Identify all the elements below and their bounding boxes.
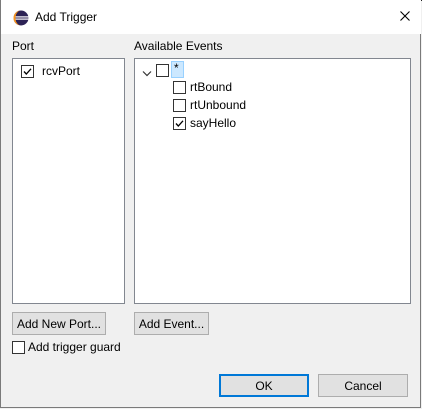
port-label: Port [12, 39, 35, 53]
checkbox-checked-icon[interactable] [173, 117, 186, 130]
checkbox-empty-icon[interactable] [156, 64, 169, 77]
checkbox-empty-icon[interactable] [12, 341, 25, 354]
checkbox-checked-icon[interactable] [21, 65, 34, 78]
add-trigger-guard-label: Add trigger guard [28, 340, 121, 354]
add-trigger-dialog: Add Trigger Port rcvPort Available Event… [0, 0, 421, 408]
ok-button[interactable]: OK [219, 374, 309, 397]
port-list[interactable]: rcvPort [12, 58, 125, 304]
window-title: Add Trigger [35, 10, 98, 24]
add-new-port-button[interactable]: Add New Port... [12, 312, 106, 335]
title-bar: Add Trigger [1, 0, 421, 34]
event-item-label: rtUnbound [190, 98, 247, 112]
event-item-label: rtBound [190, 80, 233, 94]
close-icon [400, 10, 410, 24]
eclipse-icon [13, 10, 29, 26]
checkbox-empty-icon[interactable] [173, 81, 186, 94]
add-event-button[interactable]: Add Event... [134, 312, 209, 335]
event-item-label: sayHello [190, 116, 237, 130]
cancel-button[interactable]: Cancel [318, 374, 408, 397]
events-tree[interactable]: * rtBound rtUnbound sayHello [134, 58, 411, 304]
events-root-label: * [174, 61, 179, 75]
port-item-label: rcvPort [42, 64, 81, 78]
close-button[interactable] [391, 4, 419, 30]
chevron-down-icon[interactable] [142, 67, 152, 77]
checkbox-empty-icon[interactable] [173, 99, 186, 112]
events-label: Available Events [134, 39, 223, 53]
